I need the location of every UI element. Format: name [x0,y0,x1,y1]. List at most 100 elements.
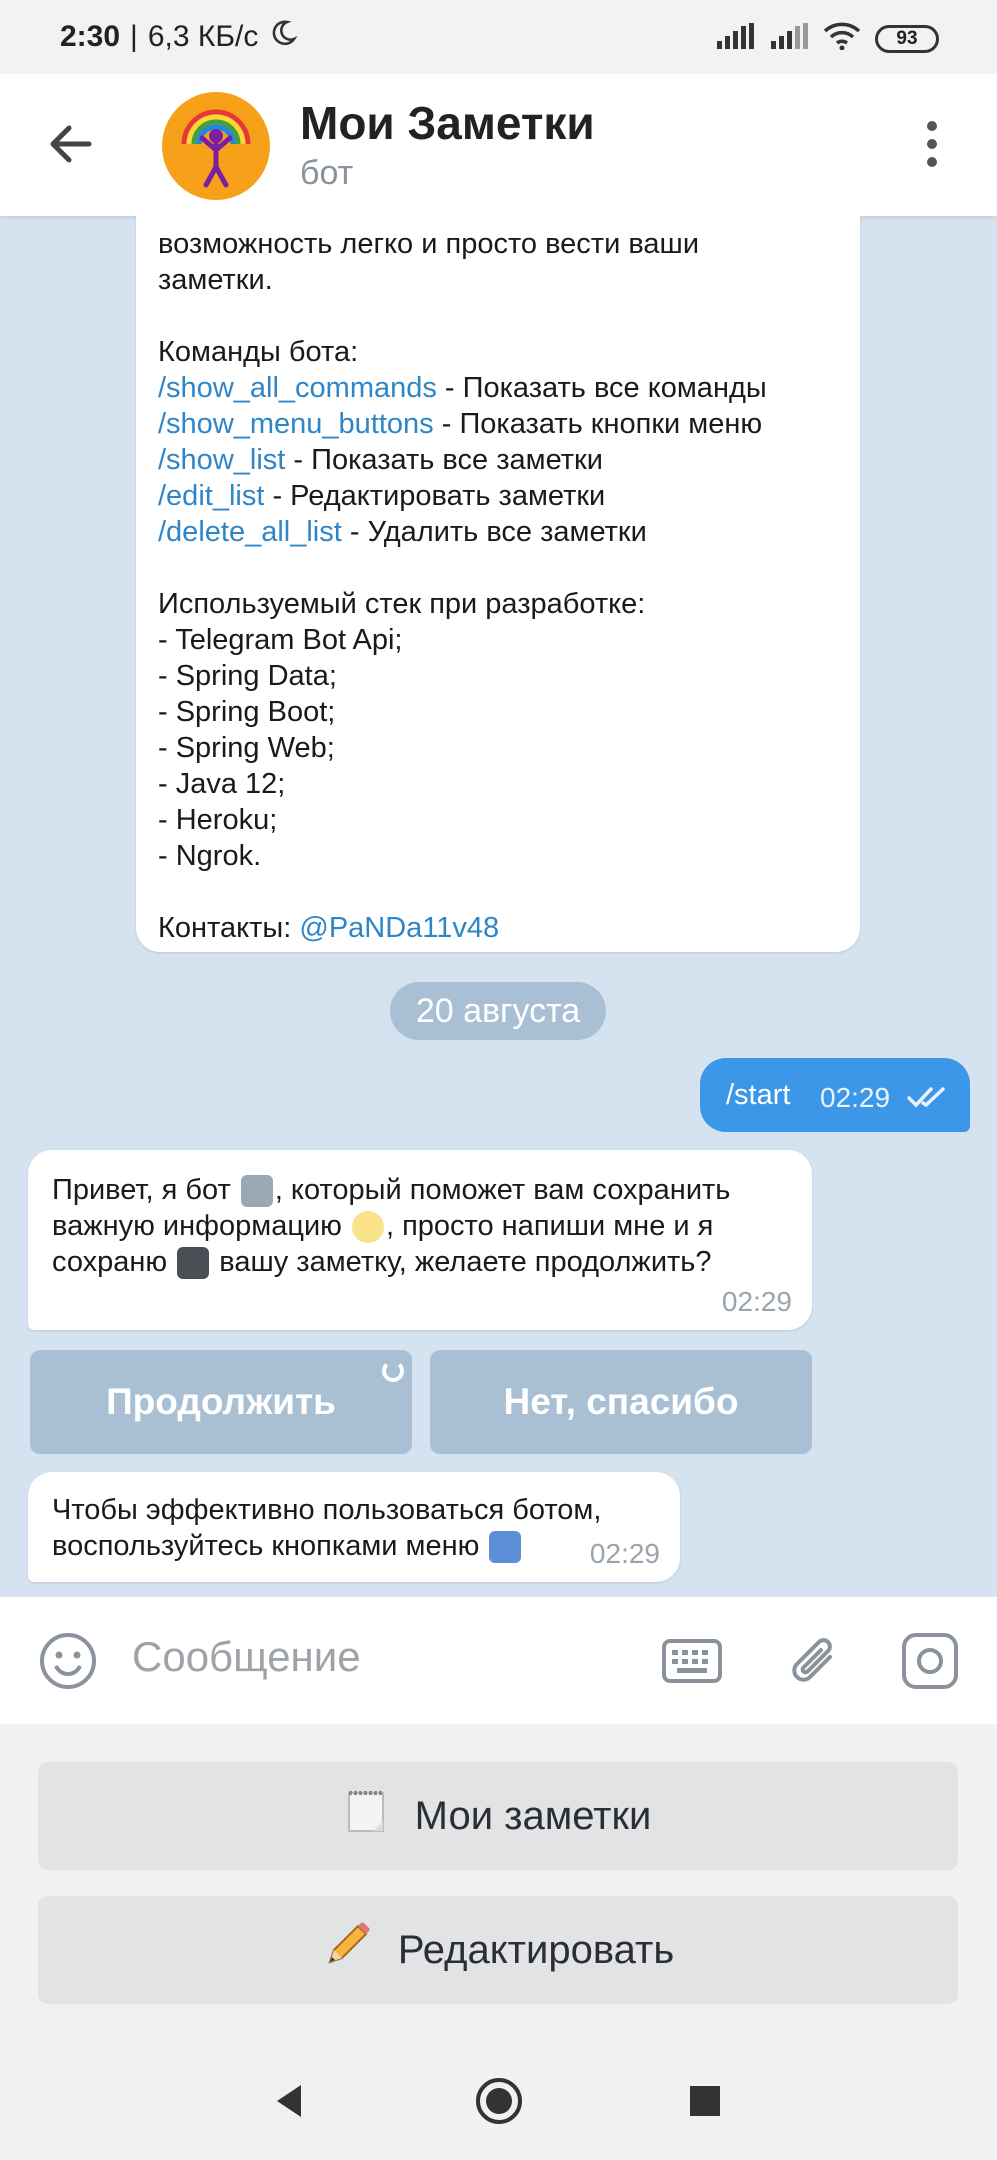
stack-item: - Heroku; [158,804,278,836]
message-text: , который поможет вам сохранить [274,1174,731,1206]
command-link[interactable]: /delete_all_list [158,516,342,548]
message-time: 02:29 [589,1538,660,1569]
battery-indicator: 93 [875,24,939,53]
date-divider: 20 августа [390,982,606,1040]
paperclip-icon [792,1638,832,1682]
message-text: воспользуйтесь кнопками меню [52,1530,488,1562]
arrow-left-icon [50,125,92,163]
message-line: воспользуйтесь кнопками меню [52,1528,656,1564]
attach-button[interactable] [782,1629,846,1693]
contact-link[interactable]: @PaNDa11v48 [299,912,499,944]
chat-title[interactable]: Мои Заметки [300,96,595,150]
message-text: Привет, я бот [52,1174,239,1206]
keyboard-icon [662,1639,722,1683]
square-recents-icon [690,2086,720,2116]
message-text: возможность легко и просто вести ваши [158,228,700,260]
camera-button[interactable] [898,1629,962,1693]
double-check-icon [907,1084,951,1117]
bot-greeting-message[interactable]: Привет, я бот , который поможет вам сохр… [28,1150,812,1330]
signal-icon-2 [769,23,809,54]
loading-spinner-icon [382,1360,404,1382]
message-line: Чтобы эффективно пользоваться ботом, [52,1494,602,1526]
floppy-disk-emoji-icon [177,1247,210,1280]
outgoing-message[interactable]: /start 02:29 [700,1058,970,1132]
command-row: /show_menu_buttons - Показать кнопки мен… [158,406,838,442]
signal-icon [715,23,755,54]
smile-icon [40,1633,96,1689]
nav-back-button[interactable] [254,2066,324,2136]
nav-home-button[interactable] [464,2066,534,2136]
bot-avatar[interactable] [162,92,270,200]
status-separator: | [130,20,138,53]
button-label: Продолжить [106,1381,336,1422]
stack-title: Используемый стек при разработке: [158,588,646,620]
intro-message-bubble[interactable]: возможность легко и просто вести ваши за… [136,216,860,952]
reply-keyboard: Мои заметки Редактировать [0,1724,997,2040]
stack-item: - Telegram Bot Api; [158,624,403,656]
message-text: вашу заметку, желаете продолжить? [211,1246,712,1278]
more-vert-icon [927,121,937,131]
moon-icon [268,18,298,56]
message-text: , просто напиши мне и я [385,1210,714,1242]
commands-title: Команды бота: [158,336,359,368]
stack-item: - Ngrok. [158,840,262,872]
message-line: сохраню вашу заметку, желаете продолжить… [52,1244,788,1280]
wifi-icon [823,22,861,55]
emoji-button[interactable] [36,1629,100,1693]
command-link[interactable]: /show_all_commands [158,372,437,404]
chat-area[interactable]: возможность легко и просто вести ваши за… [0,216,997,1596]
button-label: Редактировать [397,1927,675,1972]
command-row: /edit_list - Редактировать заметки [158,478,838,514]
message-input-bar: Сообщение [0,1596,997,1724]
button-label: Нет, спасибо [503,1381,739,1422]
notepad-icon [345,1787,389,1845]
message-line: важную информацию , просто напиши мне и … [52,1208,788,1244]
command-link[interactable]: /show_list [158,444,285,476]
circle-home-icon [476,2078,522,2124]
stack-item: - Spring Data; [158,660,337,692]
message-time: 02:29 [820,1082,891,1113]
lightbulb-emoji-icon [351,1211,384,1244]
command-desc: - Удалить все заметки [341,516,647,548]
contacts-row: Контакты: @PaNDa11v48 [158,910,838,946]
command-desc: - Показать кнопки меню [433,408,763,440]
message-input[interactable]: Сообщение [132,1633,361,1681]
more-options-button[interactable] [907,114,957,174]
chat-subtitle: бот [300,154,354,192]
message-text: заметки. [158,264,273,296]
triangle-back-icon [277,2085,301,2117]
arrow-down-right-emoji-icon [489,1531,522,1564]
message-time: 02:29 [721,1286,792,1317]
command-row: /delete_all_list - Удалить все заметки [158,514,838,550]
message-text: сохраню [52,1246,176,1278]
command-row: /show_all_commands - Показать все команд… [158,370,838,406]
status-speed: 6,3 КБ/с [147,20,259,53]
command-desc: - Показать все команды [436,372,767,404]
camera-icon [902,1633,958,1689]
chat-header: Мои Заметки бот [0,74,997,216]
stack-item: - Spring Boot; [158,696,336,728]
status-time: 2:30 [60,20,121,53]
no-thanks-button[interactable]: Нет, спасибо [430,1350,812,1454]
message-line: Привет, я бот , который поможет вам сохр… [52,1172,788,1208]
continue-button[interactable]: Продолжить [30,1350,412,1454]
command-desc: - Редактировать заметки [264,480,606,512]
message-text: /start [726,1078,791,1111]
robot-emoji-icon [240,1175,273,1208]
message-text: важную информацию [52,1210,350,1242]
command-link[interactable]: /show_menu_buttons [158,408,434,440]
my-notes-button[interactable]: Мои заметки [38,1762,958,1870]
edit-button[interactable]: Редактировать [38,1896,958,2004]
status-bar: 2:30 | 6,3 КБ/с 93 [0,0,997,74]
contacts-label: Контакты: [158,912,300,944]
hint-message[interactable]: Чтобы эффективно пользоваться ботом, вос… [28,1472,680,1582]
bot-keyboard-button[interactable] [660,1629,724,1693]
command-link[interactable]: /edit_list [158,480,264,512]
nav-recents-button[interactable] [670,2066,740,2136]
system-nav-bar [0,2040,997,2160]
back-button[interactable] [40,114,100,174]
button-label: Мои заметки [414,1793,652,1838]
stack-item: - Java 12; [158,768,286,800]
pencil-icon [322,1920,372,1980]
command-row: /show_list - Показать все заметки [158,442,838,478]
